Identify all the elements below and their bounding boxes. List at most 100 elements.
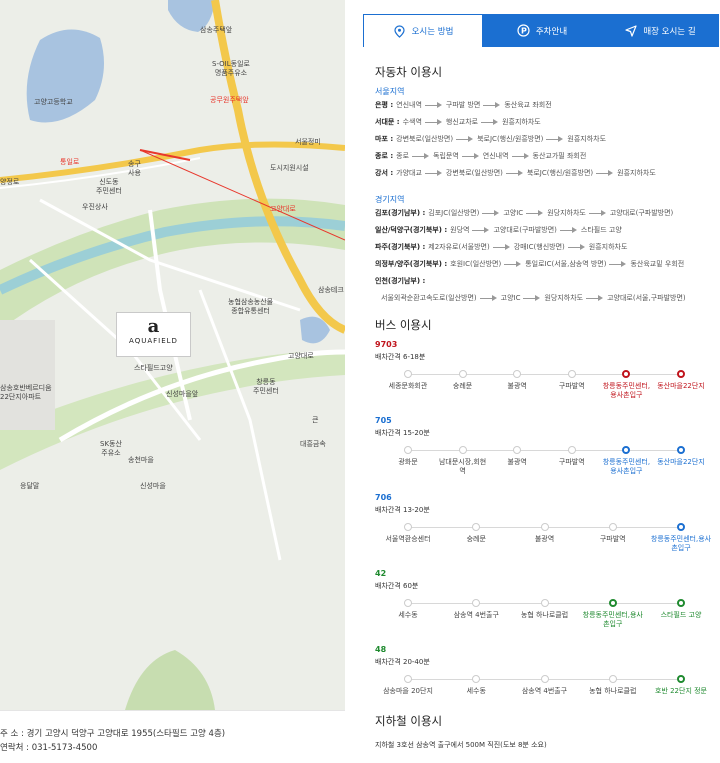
map-label-starfield: 스타필드고양 [134, 364, 173, 372]
bus-stop-dot[interactable] [677, 599, 685, 607]
route-stop: 통일로IC(서울,삼송역 방면) [525, 260, 607, 268]
map-label-changreung: 창릉동 주민센터 [253, 378, 279, 395]
route-row: 일산/덕양구(경기북부) : 원당역 고양대로(구파발방면) 스타필드 고양 [375, 225, 622, 235]
route-row: 은평 : 연신내역 구파발 방면 동산육교 좌회전 [375, 100, 552, 110]
tab-bar: 오시는 방법 P 주차안내 매장 오시는 길 [363, 14, 719, 47]
bus-stop-dot[interactable] [404, 446, 412, 454]
tab-parking[interactable]: P 주차안내 [483, 14, 601, 47]
route-stop: 행신교차로 [445, 118, 479, 126]
route-stop: 강매IC(행신방면) [513, 243, 565, 251]
map-label-seoul-store: 서울정미 [295, 138, 321, 146]
bus-stop-dot[interactable] [540, 675, 549, 683]
arrow-right-icon [412, 152, 430, 160]
bus-stop-dot[interactable] [404, 370, 412, 378]
route-stop: 김포JC(일산방면) [428, 209, 480, 217]
bus-stop-dot[interactable] [677, 446, 685, 454]
bus-stop-dot[interactable] [608, 675, 617, 683]
map-label-goyangdaero: 고양대로 [288, 352, 314, 360]
bus-stop-dot[interactable] [404, 523, 412, 531]
bus-stop-dot[interactable] [540, 599, 549, 607]
arrow-right-icon [504, 260, 522, 268]
route-stop: 북로JC(행신/원흥방면) [477, 135, 544, 143]
map-label-road-red2: 고양대로 [270, 205, 296, 213]
aquafield-logo-marker[interactable]: a AQUAFIELD [116, 312, 191, 357]
bus-stop-dot[interactable] [608, 599, 617, 607]
bus-stop-name: 동산마을22단지 [657, 382, 705, 390]
route-label: 은평 : [375, 101, 394, 109]
bus-stop-name: 동산마을22단지 [657, 458, 705, 466]
arrow-right-icon [424, 101, 443, 109]
route-label: 인천(경기남부) : [375, 277, 426, 285]
bus-stop-dot[interactable] [622, 446, 631, 454]
bus-number: 9703 [375, 340, 398, 349]
bus-interval: 배차간격 13-20분 [375, 506, 430, 514]
arrow-right-icon [479, 294, 498, 302]
map-label-soil: S-OIL동일로 명품주유소 [212, 60, 250, 77]
bus-stop-dot[interactable] [540, 523, 549, 531]
region-seoul: 서울지역 [375, 87, 405, 96]
tab-directions[interactable]: 오시는 방법 [363, 14, 483, 47]
bus-stop-dot[interactable] [608, 523, 617, 531]
tab-directions-label: 오시는 방법 [411, 27, 454, 37]
route-label: 종로 : [375, 152, 394, 160]
bus-stop-dot[interactable] [458, 370, 467, 378]
bus-number: 705 [375, 416, 392, 425]
bus-stop-dot[interactable] [622, 370, 631, 378]
route-label: 마포 : [375, 135, 394, 143]
route-stop: 연신내역 [482, 152, 509, 160]
bus-interval: 배차간격 20-40분 [375, 658, 430, 666]
arrow-right-icon [526, 209, 544, 217]
bus-stop-dot[interactable] [567, 370, 576, 378]
bus-stop-dot[interactable] [404, 675, 412, 683]
arrow-right-icon [596, 169, 614, 177]
bus-stop-name: 세수동 [466, 687, 486, 695]
bus-stop-dot[interactable] [677, 370, 685, 378]
arrow-right-icon [567, 243, 586, 251]
route-stop: 구파발 방면 [445, 101, 481, 109]
arrow-right-icon [546, 135, 564, 143]
bus-stop-dot[interactable] [472, 523, 481, 531]
arrow-right-icon [559, 226, 578, 234]
map-label-high-school: 고양고등학교 [34, 98, 73, 106]
bus-stop-dot[interactable] [404, 599, 412, 607]
map-label-songchun: 송천마을 [128, 456, 154, 464]
map-label-apt: 삼송호반베르디움 22단지아파트 [0, 384, 52, 401]
route-label: 파주(경기북부) : [375, 243, 426, 251]
brand-name: AQUAFIELD [129, 337, 178, 345]
bus-stop-name: 스타필드 고양 [660, 611, 702, 619]
map-label-road-red1: 통일로 [60, 158, 80, 166]
route-stop: 종로 [396, 152, 410, 160]
bus-number: 48 [375, 645, 387, 654]
bus-stop-dot[interactable] [677, 675, 685, 683]
bus-stop-dot[interactable] [677, 523, 685, 531]
bus-stop-dot[interactable] [513, 370, 522, 378]
map-label-sk: SK동산 주유소 [100, 440, 122, 457]
route-stop: 원당역 [450, 226, 470, 234]
bus-stop-dot[interactable] [472, 675, 481, 683]
map-label-dahmgeum: 대흥금속 [300, 440, 326, 448]
bus-stop-name: 삼송역 4번출구 [521, 687, 568, 695]
bus-stop-dot[interactable] [472, 599, 481, 607]
bus-stop-name: 창릉동주민센터,용사 촌입구 [650, 535, 712, 552]
bus-interval: 배차간격 60분 [375, 582, 419, 590]
route-stop: 연신내역 [396, 101, 422, 109]
route-stop: 원흥지하차도 [567, 135, 607, 143]
route-stop: 고양대로(서울,구파발방면) [607, 294, 686, 302]
parking-icon: P [517, 24, 530, 37]
tab-store-directions[interactable]: 매장 오시는 길 [601, 14, 719, 47]
arrow-right-icon [461, 152, 480, 160]
directions-panel: 오시는 방법 P 주차안내 매장 오시는 길 자동차 이용시 서울지역 은평 :… [345, 0, 720, 763]
route-stop: 동산교가필 좌회전 [532, 152, 587, 160]
bus-stop-dot[interactable] [513, 446, 522, 454]
bus-stop-name: 창릉동주민센터,용사 촌입구 [582, 611, 643, 628]
bus-stop-dot[interactable] [458, 446, 467, 454]
map-area[interactable]: 삼송주택앞 S-OIL동일로 명품주유소 고양고등학교 공무원주택앞 서울정미 … [0, 0, 345, 710]
route-stop: 원흥지하차도 [588, 243, 628, 251]
bus-stop-dot[interactable] [567, 446, 576, 454]
route-label: 일산/덕양구(경기북부) : [375, 226, 448, 234]
bus-interval: 배차간격 6-18분 [375, 353, 426, 361]
tab-store-directions-label: 매장 오시는 길 [643, 26, 696, 37]
route-row: 의정부/양주(경기북부) : 호원IC(일산방면) 통일로IC(서울,삼송역 방면)… [375, 259, 684, 269]
route-stop: 가양대교 [396, 169, 422, 177]
arrow-right-icon [505, 169, 524, 177]
